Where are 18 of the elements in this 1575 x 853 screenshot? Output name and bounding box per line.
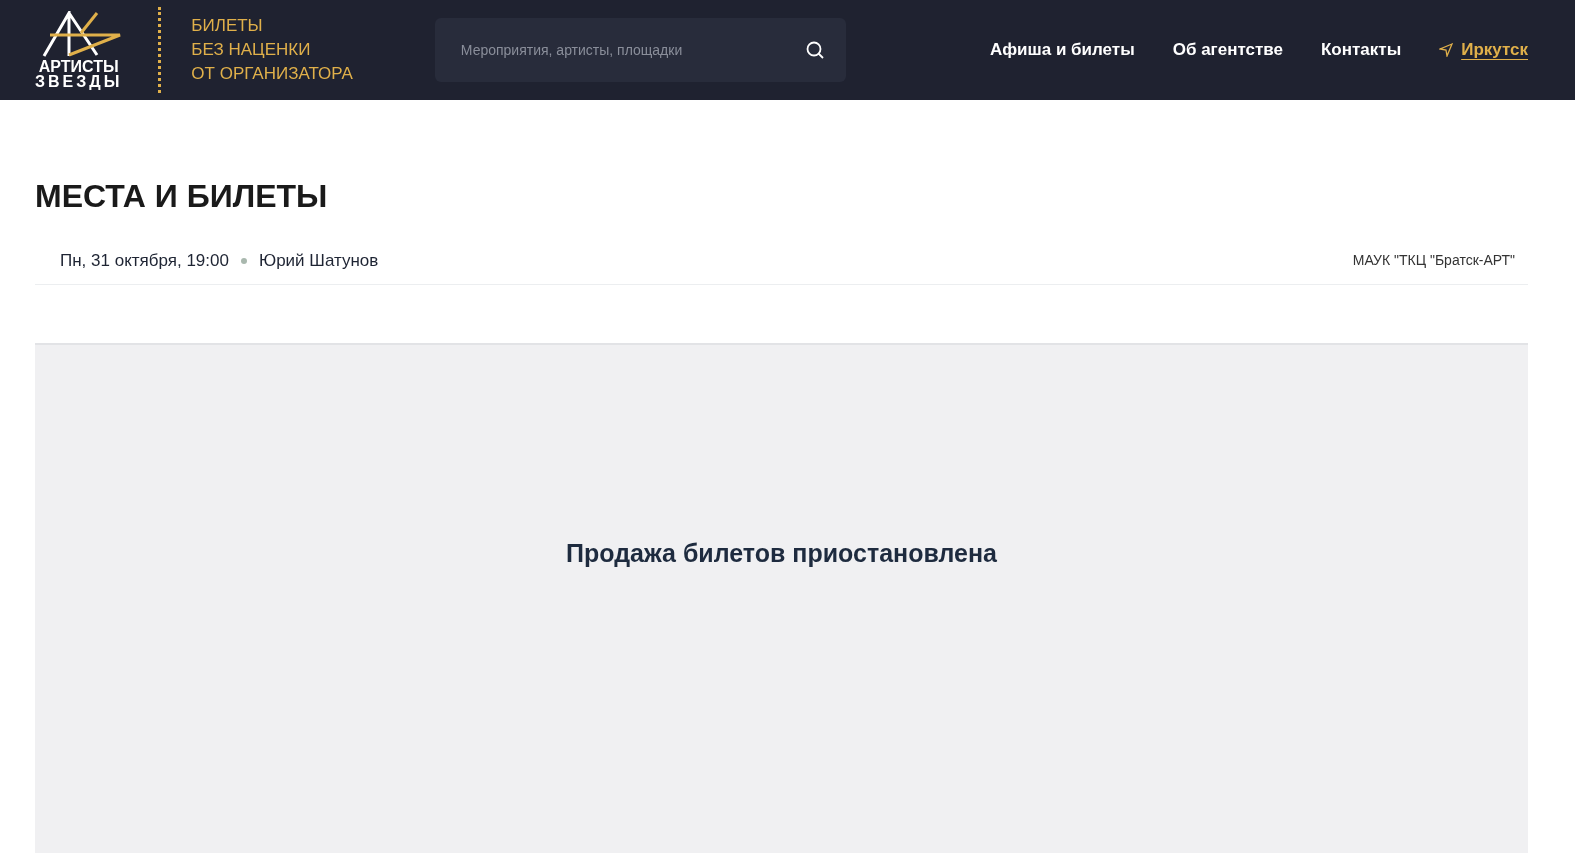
page-title: МЕСТА И БИЛЕТЫ bbox=[35, 177, 329, 216]
logo-text: ЗВЕЗДЫ bbox=[35, 74, 123, 89]
venue-name: МАУК "ТКЦ "Братск-АРТ" bbox=[1352, 251, 1515, 271]
search-field[interactable]: Мероприятия, артисты, площадки bbox=[434, 18, 846, 82]
slogan-line: БЕЗ НАЦЕНКИ bbox=[191, 39, 312, 61]
city-link[interactable]: Иркутск bbox=[1461, 37, 1528, 63]
separator-dot bbox=[240, 257, 247, 264]
search-icon[interactable] bbox=[805, 41, 824, 59]
nav-link[interactable]: Афиша и билеты bbox=[989, 37, 1135, 63]
sales-suspended-message: Продажа билетов приостановлена bbox=[566, 538, 997, 567]
location-arrow-icon[interactable] bbox=[1439, 43, 1454, 57]
slogan-line: ОТ ОРГАНИЗАТОРА bbox=[191, 63, 353, 85]
slogan-line: БИЛЕТЫ bbox=[191, 15, 264, 37]
logo-text: АРТИСТЫ bbox=[38, 59, 119, 74]
nav-link[interactable]: Контакты bbox=[1321, 37, 1402, 63]
event-date: Пн, 31 октября, 19:00 bbox=[60, 250, 229, 272]
artist-name: Юрий Шатунов bbox=[258, 250, 379, 272]
nav-link[interactable]: Об агентстве bbox=[1172, 37, 1283, 63]
